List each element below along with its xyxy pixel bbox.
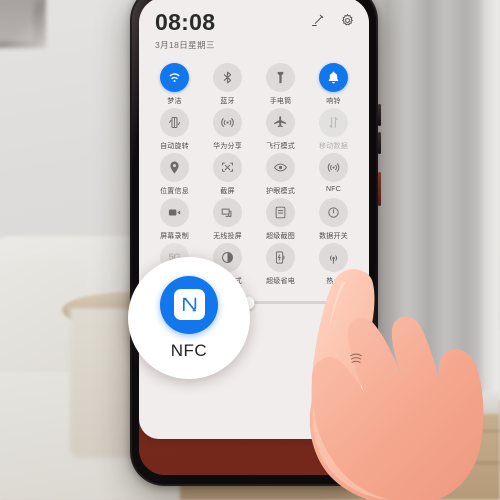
tile-wireless-cast[interactable]: 无线投屏 <box>204 198 251 241</box>
tile-label: 截屏 <box>220 188 235 195</box>
tile-ring[interactable]: 响铃 <box>310 63 357 106</box>
tile-grid: 梦洁 蓝牙 手电筒 响铃 自动旋转 华为分享 飞行模式 移动数据 位置信息 截屏… <box>139 59 369 286</box>
tile-nfc[interactable]: NFC <box>310 153 357 196</box>
tile-label: 数据开关 <box>319 233 348 240</box>
tile-label: 自动旋转 <box>160 143 189 150</box>
airplane-icon[interactable] <box>266 108 295 137</box>
screenshot-icon[interactable] <box>213 153 242 182</box>
tile-label: NFC <box>326 186 341 193</box>
nfc-callout-icon-circle[interactable] <box>160 275 218 334</box>
tile-row: 屏幕录制 无线投屏 超级截图 数据开关 <box>151 198 357 241</box>
tile-huawei-share[interactable]: 华为分享 <box>204 108 251 151</box>
tile-label: 超级省电 <box>266 278 295 285</box>
tile-airplane-mode[interactable]: 飞行模式 <box>257 108 304 151</box>
tile-bluetooth[interactable]: 蓝牙 <box>204 63 251 106</box>
mobile-data-icon[interactable] <box>319 108 348 137</box>
huawei-share-icon[interactable] <box>213 108 242 137</box>
power-saving-icon[interactable] <box>266 243 295 272</box>
nfc-callout-label: NFC <box>170 340 208 360</box>
eye-comfort-icon[interactable] <box>266 153 295 182</box>
auto-rotate-icon[interactable] <box>160 108 189 137</box>
volume-up-button[interactable] <box>378 104 381 126</box>
bluetooth-icon[interactable] <box>213 63 242 92</box>
hand-pointing-icon <box>309 269 484 500</box>
header-icon-group <box>310 13 355 28</box>
tile-screen-record[interactable]: 屏幕录制 <box>151 198 198 241</box>
tile-label: 屏幕录制 <box>160 233 189 240</box>
nfc-icon[interactable] <box>319 153 348 182</box>
location-pin-icon[interactable] <box>160 153 189 182</box>
bell-icon[interactable] <box>319 63 348 92</box>
super-screenshot-icon[interactable] <box>266 198 295 227</box>
tile-auto-rotate[interactable]: 自动旋转 <box>151 108 198 151</box>
nfc-logo-badge <box>173 289 205 320</box>
wall-picture-art <box>0 0 34 42</box>
tile-location[interactable]: 位置信息 <box>151 153 198 196</box>
tile-label: 护眼模式 <box>266 188 295 195</box>
tile-label: 响铃 <box>326 98 341 105</box>
nfc-callout: NFC <box>128 257 250 379</box>
volume-down-button[interactable] <box>378 132 381 154</box>
tile-eye-comfort[interactable]: 护眼模式 <box>257 153 304 196</box>
screenshot-scene: 08:08 3月18日星期三 梦洁 蓝牙 手电筒 响铃 自动旋转 华为分享 飞行… <box>0 0 500 500</box>
tile-flashlight[interactable]: 手电筒 <box>257 63 304 106</box>
tile-label: 华为分享 <box>213 143 242 150</box>
tile-label: 位置信息 <box>160 188 189 195</box>
tile-label: 移动数据 <box>319 143 348 150</box>
tile-row: 梦洁 蓝牙 手电筒 响铃 <box>151 63 357 106</box>
tile-row: 自动旋转 华为分享 飞行模式 移动数据 <box>151 108 357 151</box>
tile-data-switch[interactable]: 数据开关 <box>310 198 357 241</box>
tap-gesture-arc-icon <box>350 353 362 363</box>
settings-icon[interactable] <box>340 13 355 28</box>
tile-label: 蓝牙 <box>220 98 235 105</box>
flashlight-icon[interactable] <box>266 63 295 92</box>
tile-label: 梦洁 <box>167 98 182 105</box>
wifi-icon[interactable] <box>160 63 189 92</box>
screen-record-icon[interactable] <box>160 198 189 227</box>
edit-icon[interactable] <box>310 13 325 28</box>
tile-super-screenshot[interactable]: 超级截图 <box>257 198 304 241</box>
tile-label: 超级截图 <box>266 233 295 240</box>
power-button[interactable] <box>378 172 381 206</box>
tile-wifi[interactable]: 梦洁 <box>151 63 198 106</box>
tile-mobile-data[interactable]: 移动数据 <box>310 108 357 151</box>
wireless-cast-icon[interactable] <box>213 198 242 227</box>
panel-header: 08:08 3月18日星期三 <box>139 0 369 59</box>
tile-label: 无线投屏 <box>213 233 242 240</box>
tile-row: 位置信息 截屏 护眼模式 NFC <box>151 153 357 196</box>
nfc-icon <box>182 297 196 312</box>
tile-screenshot[interactable]: 截屏 <box>204 153 251 196</box>
data-switch-icon[interactable] <box>319 198 348 227</box>
tile-label: 飞行模式 <box>266 143 295 150</box>
clock-date: 3月18日星期三 <box>155 40 215 50</box>
tile-label: 手电筒 <box>269 98 292 105</box>
